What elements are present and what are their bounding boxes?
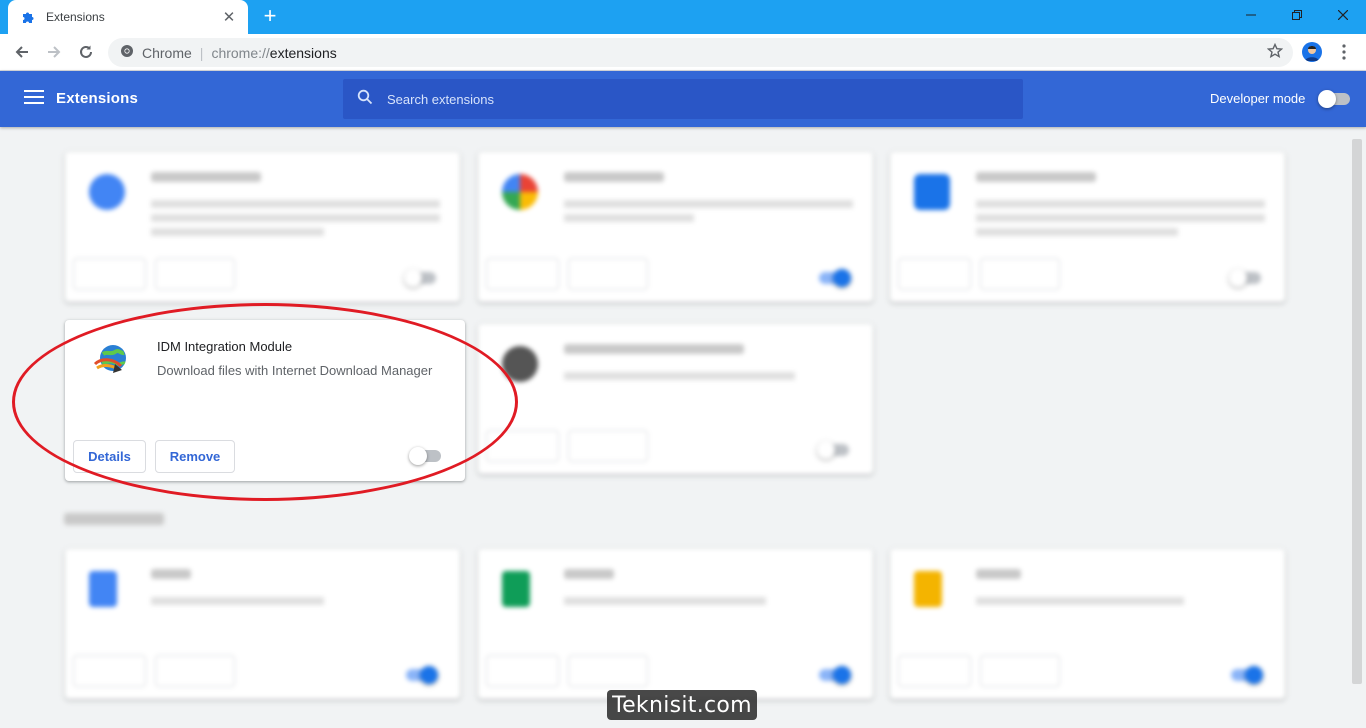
extension-card <box>65 152 460 302</box>
extension-desc-blurred <box>564 591 853 611</box>
extension-name-blurred <box>564 569 614 579</box>
extension-name-blurred <box>151 172 261 182</box>
details-button[interactable] <box>486 430 559 462</box>
restore-icon[interactable] <box>1274 0 1320 30</box>
details-button[interactable] <box>486 655 559 687</box>
remove-button[interactable] <box>155 655 235 687</box>
sheets-icon <box>502 571 530 607</box>
details-button[interactable] <box>73 258 146 290</box>
more-menu-icon[interactable] <box>1334 40 1354 64</box>
remove-button[interactable] <box>568 430 648 462</box>
hamburger-menu-icon[interactable] <box>24 90 44 108</box>
extension-card <box>478 152 873 302</box>
remove-button[interactable] <box>568 655 648 687</box>
profile-avatar[interactable] <box>1302 42 1322 62</box>
bookmark-star-icon[interactable] <box>1266 42 1284 62</box>
extension-name: IDM Integration Module <box>157 339 293 354</box>
close-tab-icon[interactable]: ✕ <box>220 8 238 26</box>
extension-icon <box>502 174 538 210</box>
extension-desc-blurred <box>976 194 1265 236</box>
slides-icon <box>914 571 942 607</box>
back-arrow-icon[interactable] <box>8 38 36 66</box>
extension-name-blurred <box>564 172 664 182</box>
scrollbar[interactable] <box>1352 139 1362 684</box>
details-button[interactable] <box>73 655 146 687</box>
address-bar[interactable]: Chrome | chrome://extensions <box>108 38 1293 67</box>
extensions-header: Extensions Developer mode <box>0 71 1366 127</box>
enable-toggle[interactable] <box>819 269 851 287</box>
extension-name-blurred <box>976 569 1021 579</box>
extension-card <box>890 549 1285 699</box>
url-scheme: chrome:// <box>211 44 270 61</box>
details-button[interactable] <box>898 258 971 290</box>
minimize-icon[interactable] <box>1228 0 1274 30</box>
extension-desc-blurred <box>564 366 853 386</box>
remove-button[interactable] <box>980 258 1060 290</box>
site-chip: Chrome <box>142 44 192 61</box>
extension-desc-blurred <box>976 591 1265 611</box>
enable-toggle[interactable] <box>1231 666 1263 684</box>
extension-card <box>478 324 873 474</box>
extension-name-blurred <box>564 344 744 354</box>
forward-arrow-icon[interactable] <box>40 38 68 66</box>
extension-description: Download files with Internet Download Ma… <box>157 363 433 378</box>
remove-button[interactable] <box>155 258 235 290</box>
extension-card <box>890 152 1285 302</box>
enable-toggle[interactable] <box>406 666 438 684</box>
extension-card <box>478 549 873 699</box>
extension-name-blurred <box>151 569 191 579</box>
puzzle-piece-icon <box>20 9 36 25</box>
search-box[interactable] <box>343 79 1023 119</box>
extension-icon <box>914 174 950 210</box>
url-path: extensions <box>269 44 337 61</box>
extension-icon <box>502 346 538 382</box>
tab-title: Extensions <box>46 10 105 24</box>
search-icon <box>357 89 373 110</box>
close-window-icon[interactable] <box>1320 0 1366 30</box>
search-input[interactable] <box>387 91 987 107</box>
remove-button[interactable]: Remove <box>155 440 235 473</box>
browser-toolbar: Chrome | chrome://extensions <box>0 34 1366 71</box>
idm-extension-card: IDM Integration Module Download files wi… <box>65 320 465 481</box>
page-title: Extensions <box>56 90 139 107</box>
enable-toggle[interactable] <box>1229 269 1261 287</box>
idm-globe-icon <box>89 338 133 382</box>
details-button[interactable] <box>486 258 559 290</box>
extension-card <box>65 549 460 699</box>
idm-enable-toggle[interactable] <box>409 447 441 465</box>
enable-toggle[interactable] <box>404 269 436 287</box>
reload-icon[interactable] <box>72 38 100 66</box>
remove-button[interactable] <box>568 258 648 290</box>
extension-icon <box>89 174 125 210</box>
new-tab-plus-icon[interactable]: + <box>258 5 282 29</box>
extension-desc-blurred <box>151 194 440 236</box>
watermark: Teknisit.com <box>607 690 757 720</box>
section-title-blurred <box>64 513 164 525</box>
details-button[interactable] <box>898 655 971 687</box>
extension-desc-blurred <box>564 194 853 222</box>
enable-toggle[interactable] <box>819 666 851 684</box>
tab-extensions[interactable]: Extensions ✕ <box>8 0 248 34</box>
tab-strip: Extensions ✕ + <box>0 0 1366 34</box>
details-button[interactable]: Details <box>73 440 146 473</box>
extension-name-blurred <box>976 172 1096 182</box>
docs-icon <box>89 571 117 607</box>
enable-toggle[interactable] <box>817 441 849 459</box>
chrome-logo-icon <box>120 44 134 61</box>
developer-mode-toggle[interactable] <box>1318 90 1350 108</box>
omnibox-separator: | <box>199 44 204 61</box>
extensions-content: IDM Integration Module Download files wi… <box>0 127 1366 728</box>
remove-button[interactable] <box>980 655 1060 687</box>
extension-desc-blurred <box>151 591 440 611</box>
developer-mode-label: Developer mode <box>1210 91 1306 106</box>
